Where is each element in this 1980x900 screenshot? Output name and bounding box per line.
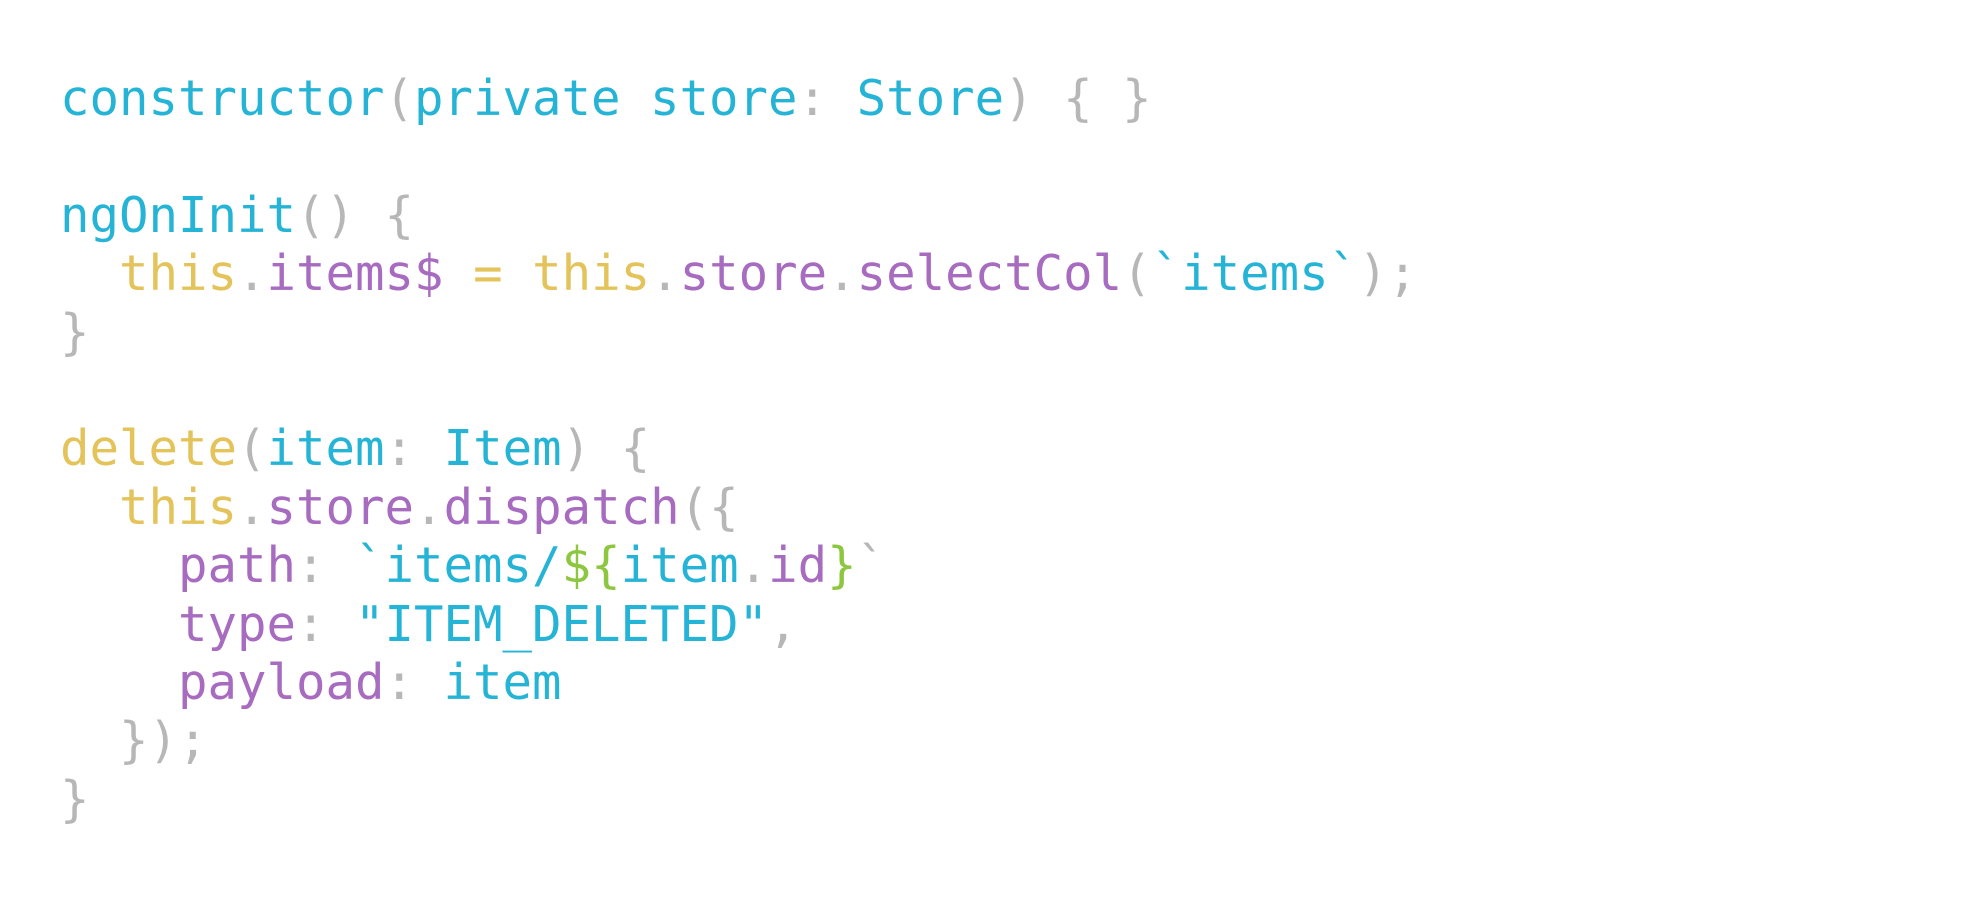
code-token-punctuation: . [237,245,267,303]
code-token-keyword: this [532,245,651,303]
code-line: } [60,304,1417,362]
code-token-identifier: `items/ [355,537,562,595]
code-token-punctuation: ) { } [1004,70,1152,127]
code-line: path: `items/${item.id}` [60,537,1417,595]
code-token-property: dispatch [443,478,680,536]
code-token-keyword: this [119,245,238,303]
code-token-interpolation: ${ [561,537,621,595]
code-token-interpolation: } [827,537,857,595]
code-line: } [60,771,1417,829]
code-token-identifier: item [266,420,385,478]
code-token-punctuation: ({ [679,478,739,536]
code-token-punctuation: . [414,478,444,536]
code-token-property: store [266,478,415,536]
code-token-identifier: item [620,537,739,595]
code-token-property: payload [178,653,385,711]
code-line: constructor(private store: Store) { } [60,70,1417,128]
code-token-punctuation: ) { [561,420,651,478]
code-line: this.store.dispatch({ [60,479,1417,537]
code-token-punctuation [60,596,178,653]
code-token-punctuation: : [296,595,356,653]
code-token-punctuation: . [237,478,267,536]
code-token-punctuation: . [650,245,680,303]
code-token-punctuation: ( [237,420,267,478]
code-token-punctuation: : [797,70,857,127]
code-line: this.items$ = this.store.selectCol(`item… [60,245,1417,303]
code-token-identifier: Item [443,420,562,478]
code-token-punctuation [60,537,178,594]
code-token-keyword: = [443,245,533,303]
code-token-identifier: private store [414,70,798,127]
code-token-punctuation: } [60,303,90,361]
code-token-property: store [679,245,828,303]
code-token-punctuation: () { [296,186,415,244]
code-token-punctuation: : [384,653,444,711]
code-token-identifier: "ITEM_DELETED" [355,595,769,653]
code-token-identifier: Store [856,70,1005,127]
code-token-property: id [768,537,828,595]
code-snippet: constructor(private store: Store) { } ngO… [60,70,1417,829]
code-token-punctuation: ); [1358,245,1418,303]
code-token-identifier: ngOnInit [60,186,297,244]
code-token-identifier: item [443,653,562,711]
code-token-punctuation: . [827,245,857,303]
code-token-punctuation: : [384,420,444,478]
code-token-punctuation: }); [60,712,208,770]
code-token-punctuation: ` [856,537,887,595]
code-token-punctuation: : [296,537,356,595]
code-token-punctuation [60,479,119,536]
code-token-keyword: delete [60,420,238,478]
code-token-property: type [178,595,297,653]
code-line: delete(item: Item) { [60,420,1417,478]
code-token-property: items$ [266,245,444,303]
code-token-punctuation: ( [1122,245,1152,303]
code-token-punctuation: . [738,537,769,595]
code-line: payload: item [60,654,1417,712]
code-token-punctuation: ( [384,70,415,127]
code-token-identifier: constructor [60,70,385,127]
code-token-identifier: `items` [1151,245,1359,303]
code-line: ngOnInit() { [60,187,1417,245]
code-token-punctuation: } [60,770,90,828]
code-token-punctuation [60,245,119,302]
code-line: }); [60,712,1417,770]
code-token-punctuation [60,654,178,711]
code-token-property: path [178,537,297,595]
code-token-property: selectCol [856,245,1123,303]
code-line: type: "ITEM_DELETED", [60,596,1417,654]
code-token-punctuation: , [768,595,798,653]
code-token-keyword: this [119,478,238,536]
